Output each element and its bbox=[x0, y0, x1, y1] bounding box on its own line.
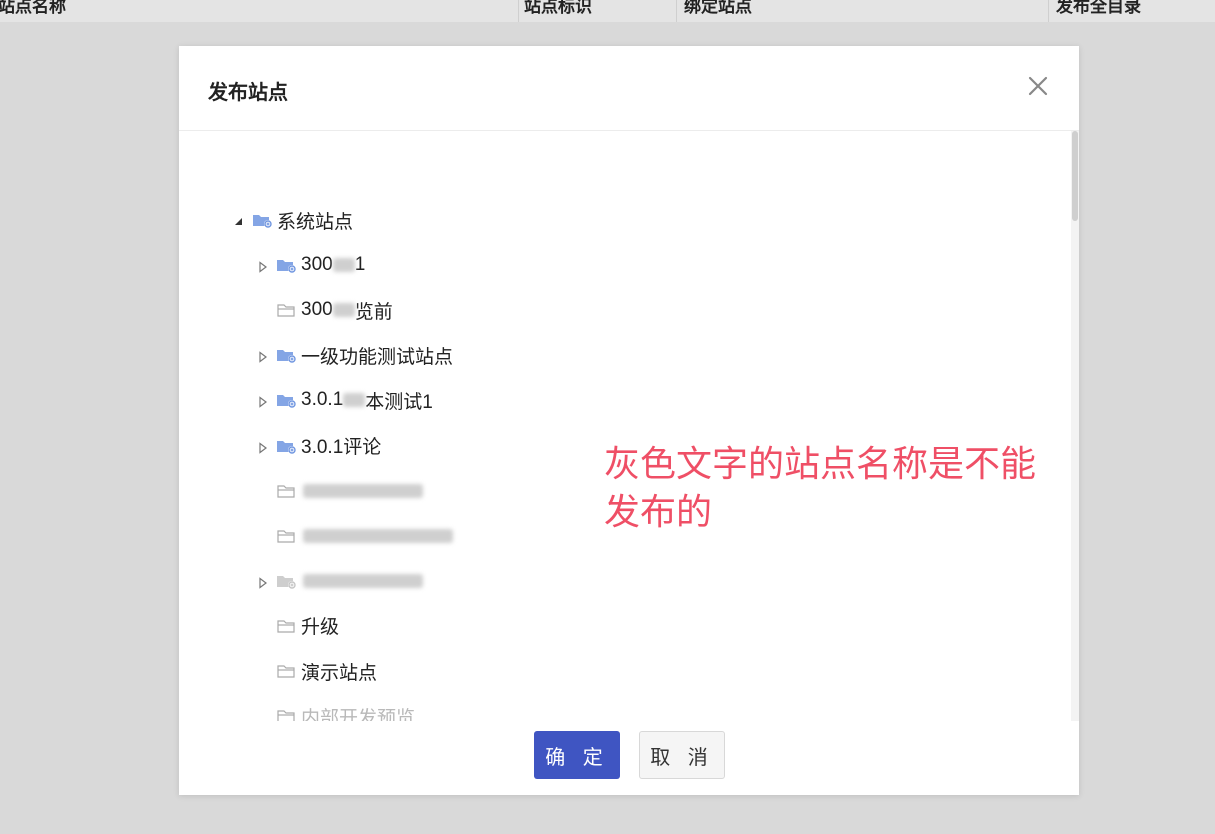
tree-node-label: 一级功能测试站点 bbox=[301, 346, 454, 368]
dialog-footer: 确 定 取 消 bbox=[179, 731, 1079, 781]
dialog-header: 发布站点 bbox=[179, 46, 1079, 131]
tree-node bbox=[256, 566, 423, 596]
redacted-text bbox=[343, 393, 366, 408]
tree-node: 内部开发预览 bbox=[256, 701, 415, 721]
caret-right-icon[interactable] bbox=[256, 393, 270, 409]
caret-right-icon[interactable] bbox=[256, 348, 270, 363]
site-group-icon bbox=[252, 211, 274, 229]
redacted-text bbox=[303, 528, 453, 543]
tree-node[interactable]: 300 1 bbox=[256, 250, 365, 280]
tree-node-label-suffix: 1 bbox=[354, 254, 366, 276]
tree-node-label-suffix: 览前 bbox=[354, 301, 393, 323]
folder-icon bbox=[276, 662, 298, 680]
caret-right-icon[interactable] bbox=[256, 258, 270, 273]
redacted-text bbox=[303, 573, 423, 588]
site-group-icon bbox=[276, 256, 298, 274]
tree-node-label: 演示站点 bbox=[301, 662, 378, 684]
tree-node-label: 系统站点 bbox=[277, 211, 354, 233]
folder-icon bbox=[276, 707, 298, 721]
redacted-text bbox=[332, 258, 355, 273]
tree-node[interactable]: 系统站点 bbox=[232, 205, 353, 235]
caret-right-icon[interactable] bbox=[256, 574, 270, 589]
redacted-text bbox=[303, 483, 423, 498]
site-group-icon bbox=[276, 391, 298, 409]
caret-right-icon[interactable] bbox=[256, 439, 270, 454]
tree-node[interactable]: 演示站点 bbox=[256, 656, 377, 686]
tree-node-label: 3.0.1 bbox=[301, 389, 344, 411]
folder-icon bbox=[276, 617, 298, 635]
tree-node[interactable]: 3.0.1评论 bbox=[256, 431, 381, 461]
redacted-text bbox=[332, 303, 355, 318]
site-group-icon bbox=[276, 437, 298, 455]
column-divider bbox=[1048, 0, 1049, 22]
tree-node-label: 内部开发预览 bbox=[301, 707, 416, 721]
publish-site-dialog: 发布站点 系统站点 300 1 300 览前 一级功能测试站点 3.0.1 本测试1 3.0.1… bbox=[179, 46, 1079, 795]
folder-icon bbox=[276, 482, 298, 500]
column-divider bbox=[518, 0, 519, 22]
tree-node-label: 3.0.1评论 bbox=[301, 437, 382, 458]
tree-node-label: 300 bbox=[301, 254, 333, 276]
site-tree: 系统站点 300 1 300 览前一级功能测试站点 3.0.1 本测试1 3.0.1评论 升级演… bbox=[179, 131, 1079, 721]
tree-node bbox=[256, 476, 423, 506]
tree-node[interactable]: 300 览前 bbox=[256, 295, 393, 325]
cancel-button[interactable]: 取 消 bbox=[639, 731, 725, 779]
dialog-title: 发布站点 bbox=[208, 82, 288, 104]
tree-node[interactable]: 一级功能测试站点 bbox=[256, 340, 453, 370]
caret-down-icon[interactable] bbox=[232, 213, 246, 227]
folder-icon bbox=[276, 527, 298, 545]
site-group-icon bbox=[276, 346, 298, 364]
folder-icon bbox=[276, 301, 298, 319]
annotation-line-1: 灰色文字的站点名称是不能 bbox=[604, 443, 1037, 484]
site-group-icon bbox=[276, 572, 298, 590]
scrollbar-thumb[interactable] bbox=[1072, 131, 1078, 221]
annotation-line-2: 发布的 bbox=[604, 491, 713, 532]
column-site-name: 站点名称 bbox=[0, 0, 66, 16]
dialog-scrollbar[interactable] bbox=[1071, 131, 1079, 721]
column-bound-site: 绑定站点 bbox=[684, 0, 752, 16]
tree-node[interactable]: 升级 bbox=[256, 611, 339, 641]
tree-node[interactable]: 3.0.1 本测试1 bbox=[256, 385, 433, 415]
column-divider bbox=[676, 0, 677, 22]
background-table-header: 站点名称 站点标识 绑定站点 发布全目录 bbox=[0, 0, 1215, 22]
close-icon[interactable] bbox=[1025, 73, 1051, 99]
tree-node-label-suffix: 本测试1 bbox=[365, 391, 433, 413]
column-publish-all: 发布全目录 bbox=[1056, 0, 1141, 16]
tree-node-label: 升级 bbox=[301, 617, 340, 639]
confirm-button[interactable]: 确 定 bbox=[534, 731, 620, 779]
tree-node-label: 300 bbox=[301, 299, 333, 321]
tree-node bbox=[256, 521, 453, 551]
column-site-id: 站点标识 bbox=[524, 0, 592, 16]
annotation-note: 灰色文字的站点名称是不能 发布的 bbox=[604, 440, 1084, 536]
